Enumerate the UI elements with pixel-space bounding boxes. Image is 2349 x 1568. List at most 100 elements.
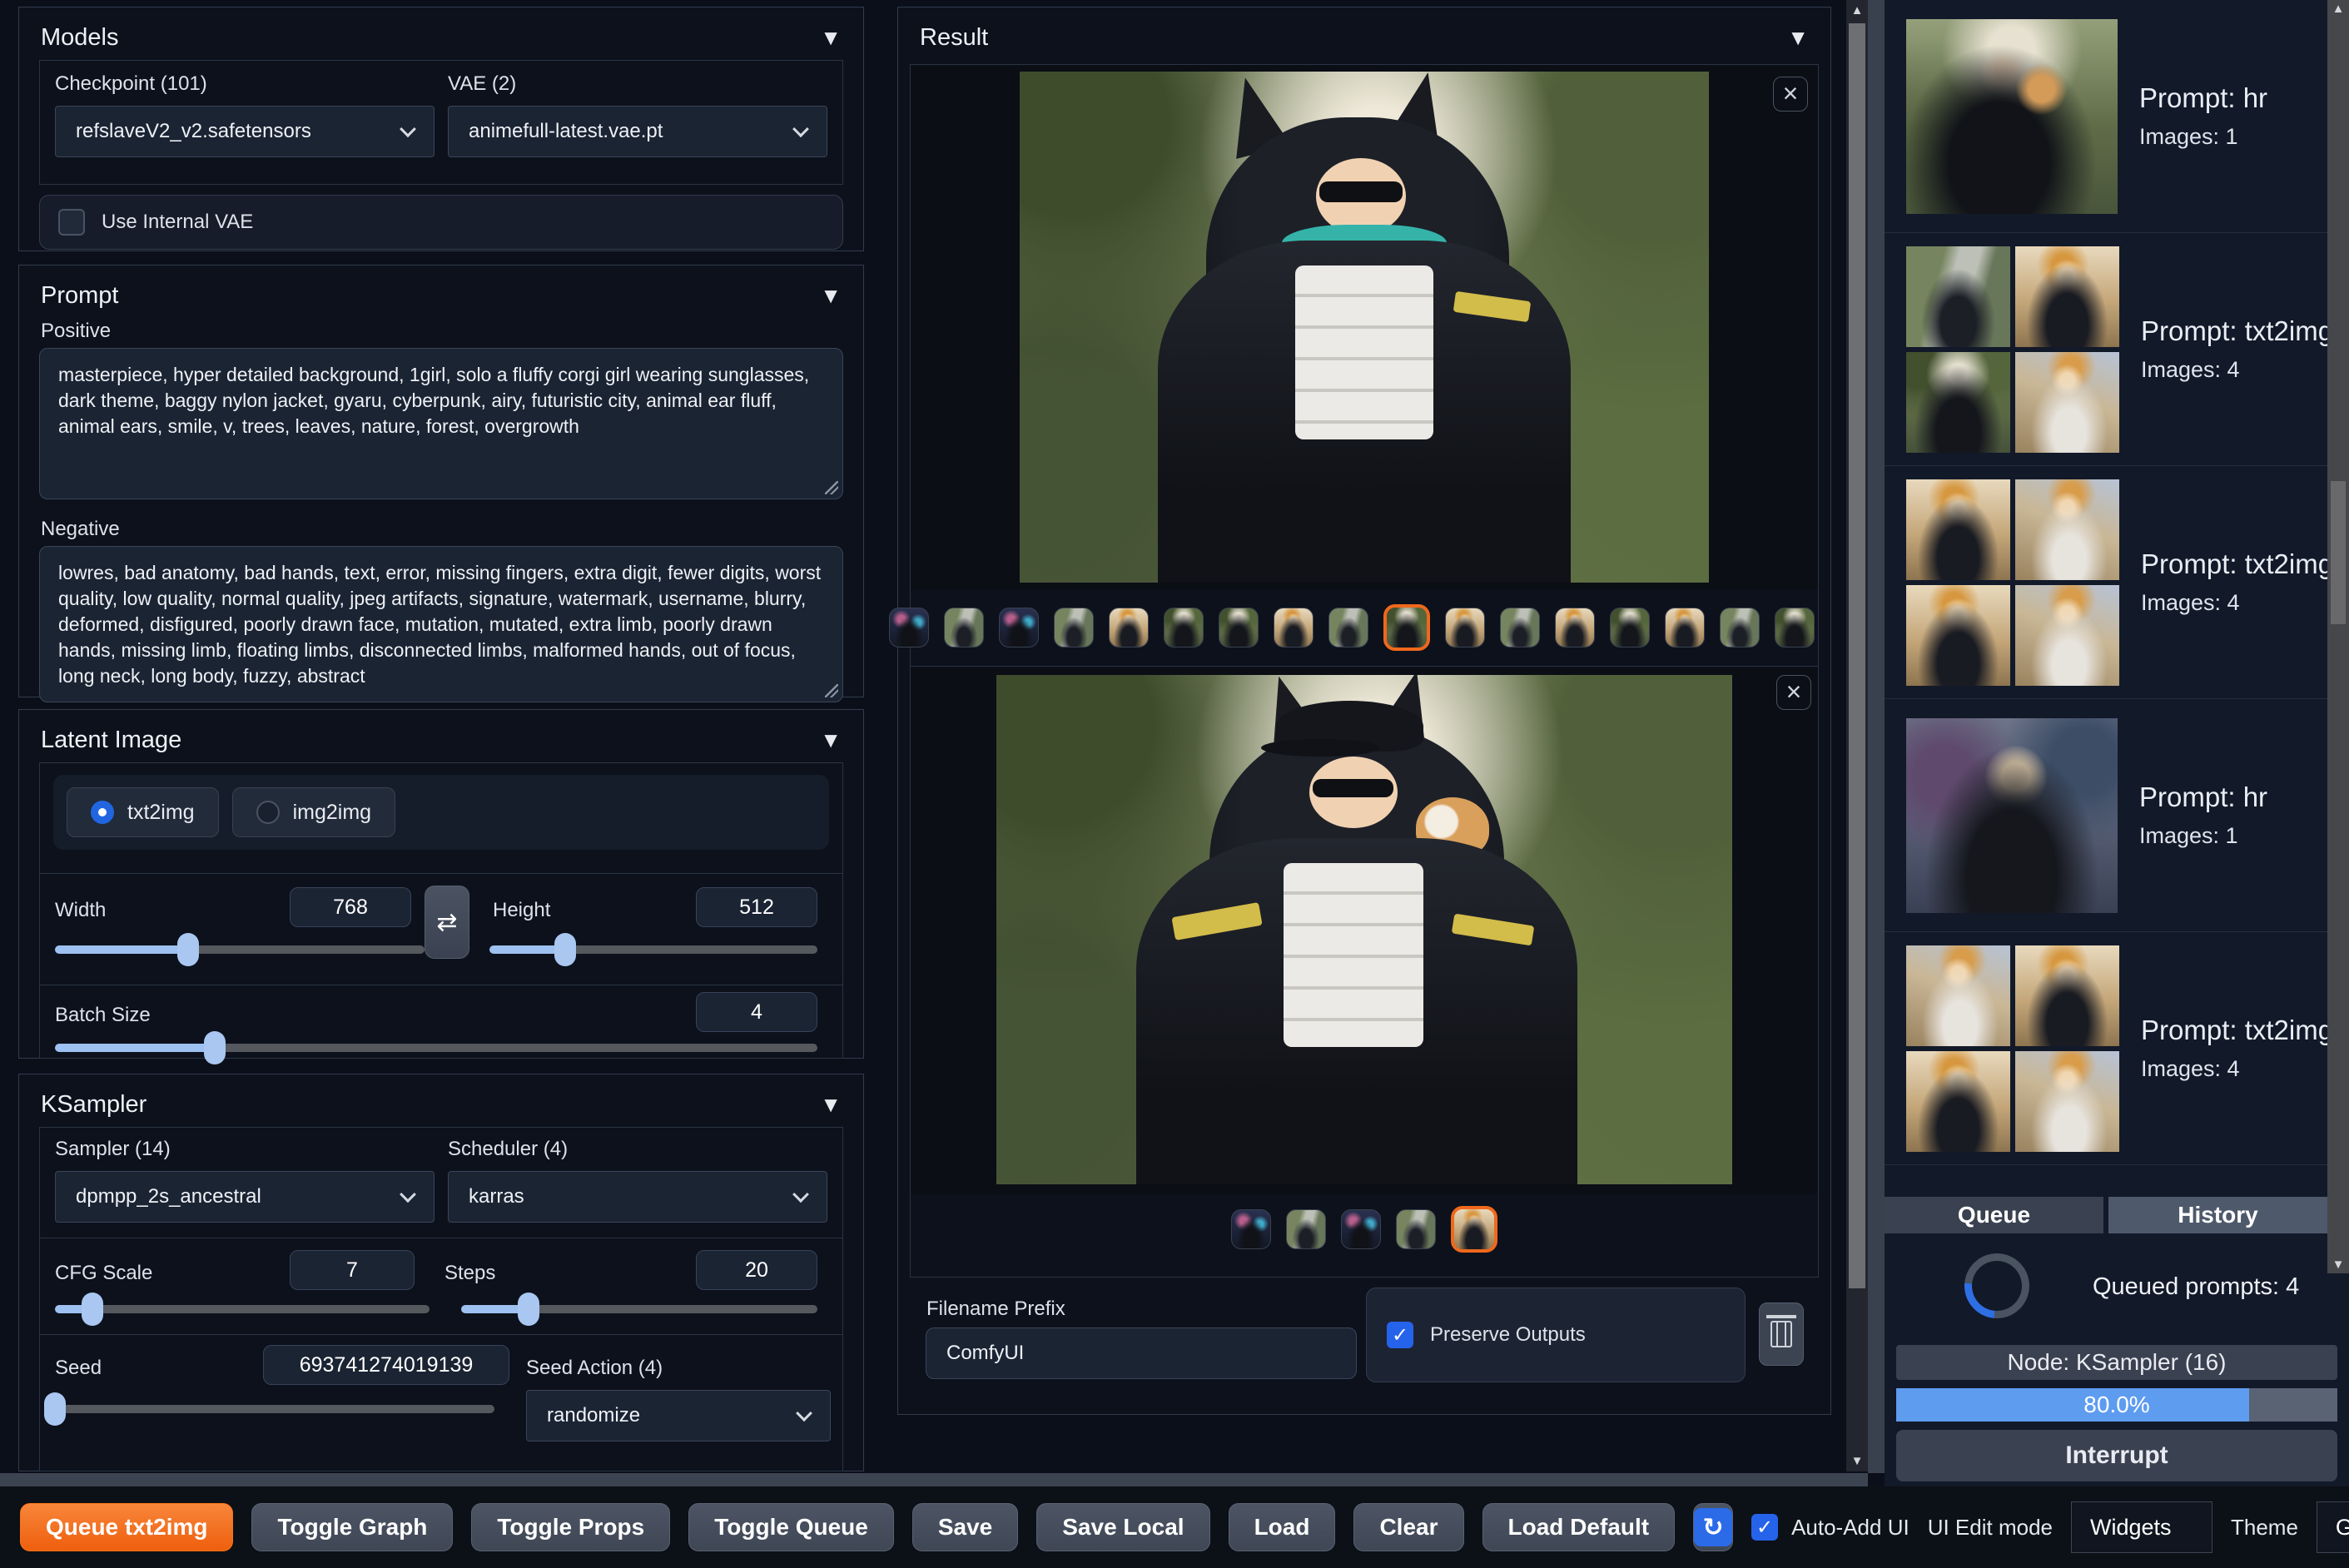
steps-slider[interactable] — [461, 1293, 817, 1326]
result-image-1[interactable] — [1020, 72, 1709, 583]
gallery-thumbnail[interactable] — [1286, 1209, 1326, 1249]
gallery-thumbnail[interactable] — [1164, 608, 1204, 648]
gallery-thumbnail[interactable] — [1383, 604, 1430, 651]
history-thumbnail — [1906, 945, 2010, 1046]
filename-prefix-input[interactable]: ComfyUI — [926, 1327, 1357, 1379]
gallery-thumbnail[interactable] — [889, 608, 929, 648]
history-item[interactable]: Prompt: hr Images: 1 — [1885, 699, 2349, 932]
auto-add-ui-checkbox[interactable] — [1751, 1514, 1779, 1541]
gallery-thumbnail[interactable] — [1231, 1209, 1271, 1249]
interrupt-button[interactable]: Interrupt — [1896, 1430, 2337, 1481]
gallery-thumbnail[interactable] — [1720, 608, 1760, 648]
queue-txt2img-button[interactable]: Queue txt2img — [20, 1503, 234, 1551]
scroll-down-icon[interactable]: ▼ — [2327, 1258, 2349, 1272]
checkpoint-select[interactable]: refslaveV2_v2.safetensors — [55, 106, 435, 157]
slider-knob[interactable] — [518, 1293, 540, 1326]
seed-slider[interactable] — [44, 1392, 494, 1426]
sampler-select[interactable]: dpmpp_2s_ancestral — [55, 1171, 435, 1223]
width-input[interactable]: 768 — [290, 887, 411, 927]
history-thumbnail — [2015, 246, 2119, 347]
scroll-up-icon[interactable]: ▲ — [2327, 2, 2349, 16]
ksampler-title: KSampler — [41, 1091, 147, 1118]
close-image-button[interactable]: × — [1776, 675, 1811, 710]
radio-img2img[interactable]: img2img — [231, 787, 396, 837]
steps-input[interactable]: 20 — [696, 1250, 817, 1290]
gallery-thumbnail[interactable] — [1396, 1209, 1436, 1249]
models-accordion-header[interactable]: Models ▼ — [19, 7, 863, 60]
width-slider[interactable] — [55, 933, 425, 966]
main-vertical-scrollbar[interactable]: ▲ ▼ — [1846, 0, 1868, 1471]
gallery-thumbnail[interactable] — [1341, 1209, 1381, 1249]
positive-prompt-textarea[interactable]: masterpiece, hyper detailed background, … — [39, 348, 843, 499]
gallery-thumbnail[interactable] — [1109, 608, 1149, 648]
close-image-button[interactable]: × — [1773, 77, 1808, 112]
latent-accordion-header[interactable]: Latent Image ▼ — [19, 710, 863, 762]
gallery-thumbnail[interactable] — [1775, 608, 1815, 648]
swap-dimensions-button[interactable]: ⇄ — [425, 886, 469, 959]
history-item[interactable]: Prompt: txt2img Images: 4 — [1885, 233, 2349, 466]
history-vertical-scrollbar[interactable]: ▲ ▼ — [2327, 0, 2349, 1273]
scroll-down-icon[interactable]: ▼ — [1846, 1454, 1868, 1468]
tab-queue[interactable]: Queue — [1885, 1197, 2103, 1233]
radio-txt2img[interactable]: txt2img — [67, 787, 219, 837]
height-slider[interactable] — [489, 933, 817, 966]
scrollbar-thumb[interactable] — [2331, 481, 2346, 624]
gallery-thumbnail[interactable] — [1219, 608, 1259, 648]
gallery-thumbnail[interactable] — [1054, 608, 1094, 648]
gallery-thumbnail[interactable] — [1274, 608, 1314, 648]
gallery-thumbnail[interactable] — [944, 608, 984, 648]
slider-knob[interactable] — [82, 1293, 103, 1326]
panel-splitter[interactable] — [1868, 0, 1885, 1473]
gallery-thumbnail[interactable] — [1555, 608, 1595, 648]
delete-outputs-button[interactable] — [1759, 1303, 1804, 1366]
seed-action-select[interactable]: randomize — [526, 1390, 831, 1441]
history-item[interactable]: Prompt: txt2img Images: 4 — [1885, 466, 2349, 699]
save-button[interactable]: Save — [911, 1503, 1019, 1551]
save-local-button[interactable]: Save Local — [1036, 1503, 1210, 1551]
batch-size-slider[interactable] — [55, 1031, 817, 1064]
widgets-select[interactable]: Widgets — [2071, 1501, 2212, 1553]
load-button[interactable]: Load — [1228, 1503, 1336, 1551]
gallery-thumbnail[interactable] — [999, 608, 1039, 648]
preserve-outputs-checkbox[interactable] — [1387, 1322, 1413, 1348]
ksampler-accordion-header[interactable]: KSampler ▼ — [19, 1074, 863, 1127]
slider-knob[interactable] — [554, 933, 576, 966]
gallery-thumbnail[interactable] — [1500, 608, 1540, 648]
theme-select[interactable]: Gradio Dark — [2316, 1501, 2349, 1553]
clear-button[interactable]: Clear — [1353, 1503, 1464, 1551]
history-item[interactable]: Prompt: txt2img Images: 4 — [1885, 932, 2349, 1165]
chevron-down-icon — [796, 1405, 812, 1422]
result-accordion-header[interactable]: Result ▼ — [898, 7, 1830, 60]
negative-prompt-textarea[interactable]: lowres, bad anatomy, bad hands, text, er… — [39, 546, 843, 702]
load-default-button[interactable]: Load Default — [1482, 1503, 1676, 1551]
history-item[interactable]: Prompt: hr Images: 1 — [1885, 0, 2349, 233]
batch-size-input[interactable]: 4 — [696, 992, 817, 1032]
height-input[interactable]: 512 — [696, 887, 817, 927]
gallery-thumbnail[interactable] — [1328, 608, 1368, 648]
toggle-queue-button[interactable]: Toggle Queue — [688, 1503, 894, 1551]
gallery-thumbnail[interactable] — [1451, 1206, 1497, 1253]
gallery-thumbnail[interactable] — [1665, 608, 1705, 648]
horizontal-scrollbar[interactable] — [0, 1473, 1868, 1486]
gallery-thumbnail[interactable] — [1610, 608, 1650, 648]
vae-select[interactable]: animefull-latest.vae.pt — [448, 106, 827, 157]
result-image-2[interactable] — [996, 675, 1732, 1184]
slider-knob[interactable] — [44, 1392, 66, 1426]
comfybox-app: Models ▼ Checkpoint (101) refslaveV2_v2.… — [0, 0, 2349, 1568]
toggle-props-button[interactable]: Toggle Props — [471, 1503, 671, 1551]
gallery-thumbnail[interactable] — [1445, 608, 1485, 648]
scrollbar-thumb[interactable] — [1849, 23, 1865, 1288]
use-internal-vae-checkbox[interactable] — [58, 209, 85, 236]
cfg-scale-slider[interactable] — [55, 1293, 430, 1326]
slider-knob[interactable] — [204, 1031, 226, 1064]
slider-knob[interactable] — [176, 933, 199, 966]
cfg-scale-input[interactable]: 7 — [290, 1250, 415, 1290]
tab-history[interactable]: History — [2108, 1197, 2327, 1233]
scheduler-select[interactable]: karras — [448, 1171, 827, 1223]
scroll-up-icon[interactable]: ▲ — [1846, 3, 1868, 17]
seed-input[interactable]: 693741274019139 — [263, 1345, 509, 1385]
prompt-accordion-header[interactable]: Prompt ▼ — [19, 265, 863, 318]
refresh-button[interactable]: ↻ — [1693, 1503, 1734, 1551]
toggle-graph-button[interactable]: Toggle Graph — [251, 1503, 454, 1551]
history-prompt-label: Prompt: hr — [2139, 782, 2268, 812]
